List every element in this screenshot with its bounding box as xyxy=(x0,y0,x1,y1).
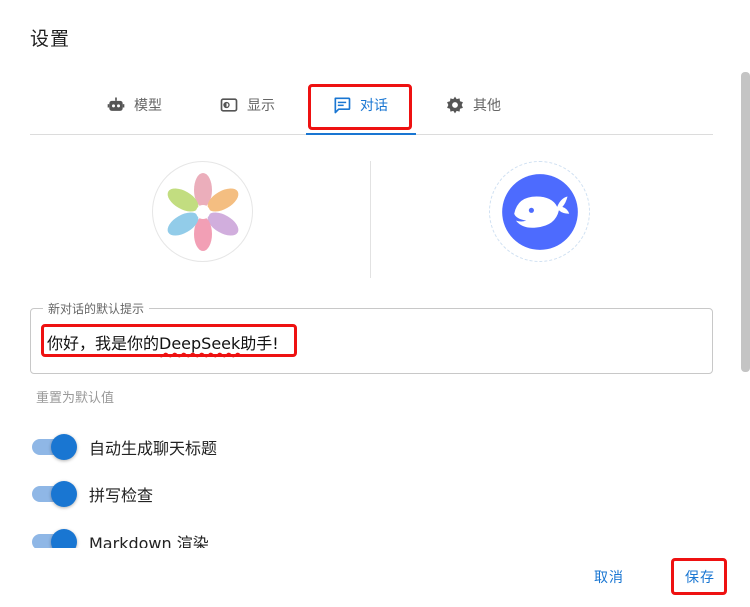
toggle-list: 自动生成聊天标题 拼写检查 Markdown 渲染 xyxy=(0,426,740,548)
dialog-title: 设置 xyxy=(30,28,71,50)
chat-icon xyxy=(334,97,351,114)
tab-model[interactable]: 模型 xyxy=(106,76,162,134)
display-icon xyxy=(220,98,238,112)
tab-other[interactable]: 其他 xyxy=(445,76,501,134)
tab-label: 显示 xyxy=(247,98,275,114)
markdown-label: Markdown 渲染 xyxy=(89,534,209,548)
default-prompt-value[interactable]: 你好，我是你的DeepSeek助手! xyxy=(47,330,279,354)
tab-bar: 模型 显示 对话 其他 xyxy=(30,76,713,135)
toggle-row-spellcheck: 拼写检查 xyxy=(30,479,153,509)
tab-display[interactable]: 显示 xyxy=(219,76,275,134)
prompt-text-spellcheck-word: DeepSeek xyxy=(159,334,241,353)
cancel-button[interactable]: 取消 xyxy=(586,561,632,593)
save-button[interactable]: 保存 xyxy=(677,561,723,593)
reset-default-link[interactable]: 重置为默认值 xyxy=(36,387,114,406)
deepseek-whale-icon xyxy=(501,173,578,250)
assistant-avatar[interactable] xyxy=(489,161,590,262)
toggle-row-markdown: Markdown 渲染 xyxy=(30,527,209,548)
default-prompt-label: 新对话的默认提示 xyxy=(43,300,150,317)
spellcheck-label: 拼写检查 xyxy=(89,486,154,505)
active-tab-indicator xyxy=(306,133,416,135)
auto-title-switch[interactable] xyxy=(30,432,78,462)
user-avatar-art xyxy=(167,173,239,251)
toggle-row-auto-title: 自动生成聊天标题 xyxy=(30,432,217,462)
auto-title-label: 自动生成聊天标题 xyxy=(89,439,218,458)
markdown-switch[interactable] xyxy=(30,527,78,548)
tab-label: 模型 xyxy=(134,98,162,114)
settings-dialog: 设置 模型 显示 对话 其他 新对话的默认提示 你好，我是你的DeepSeek助… xyxy=(0,0,750,607)
tab-label: 对话 xyxy=(360,98,388,114)
tab-label: 其他 xyxy=(473,98,501,114)
robot-icon xyxy=(107,97,125,111)
prompt-text-suffix: 助手! xyxy=(240,334,279,353)
avatar-divider xyxy=(370,161,371,278)
user-avatar[interactable] xyxy=(152,161,253,262)
spellcheck-switch[interactable] xyxy=(30,479,78,509)
gear-icon xyxy=(447,96,463,114)
default-prompt-field[interactable]: 新对话的默认提示 你好，我是你的DeepSeek助手! xyxy=(30,300,713,374)
tab-chat[interactable]: 对话 xyxy=(332,76,388,134)
scrollbar[interactable] xyxy=(741,72,750,372)
prompt-text-prefix: 你好，我是你的 xyxy=(47,334,160,353)
